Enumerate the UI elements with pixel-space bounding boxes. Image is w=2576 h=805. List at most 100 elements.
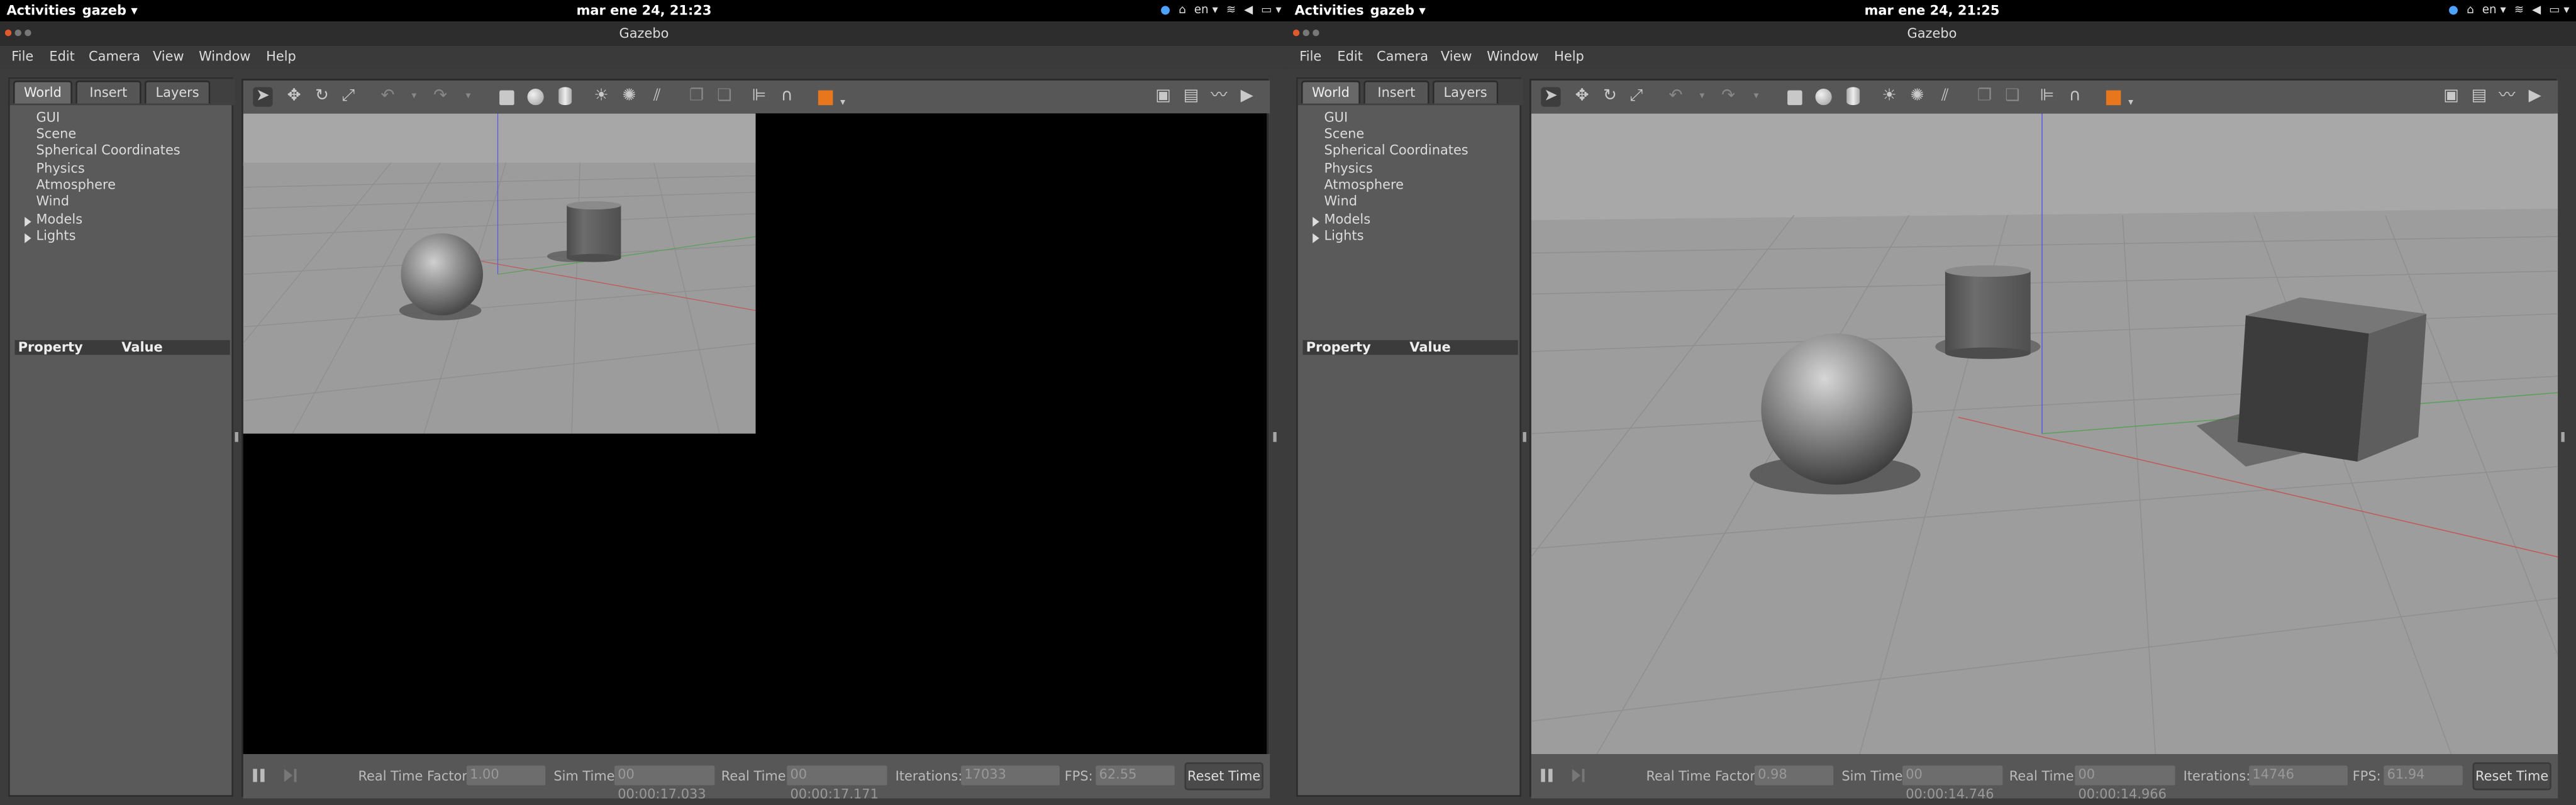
tree-item-models[interactable]: Models xyxy=(25,212,82,228)
system-tray[interactable]: ● ⌂ en ▾ ≋ ◀ ▭ ▾ xyxy=(1160,0,1281,21)
menu-view[interactable]: View xyxy=(1441,46,1472,69)
close-window-icon[interactable] xyxy=(4,30,12,36)
view-angle-dropdown-icon[interactable]: ▾ xyxy=(833,94,852,113)
menu-edit[interactable]: Edit xyxy=(1337,46,1362,69)
plot-icon[interactable]: 〰 xyxy=(1209,87,1229,106)
menu-window[interactable]: Window xyxy=(199,46,250,69)
box-icon[interactable] xyxy=(499,90,514,106)
tab-layers[interactable]: Layers xyxy=(1432,80,1499,104)
tree-item-gui[interactable]: GUI xyxy=(36,110,60,126)
scale-icon[interactable]: ⤢ xyxy=(1626,87,1646,106)
value-column-header[interactable]: Value xyxy=(121,340,162,355)
tab-layers[interactable]: Layers xyxy=(144,80,211,104)
tree-item-wind[interactable]: Wind xyxy=(36,194,69,210)
view-angle-icon[interactable] xyxy=(2106,90,2121,106)
menu-view[interactable]: View xyxy=(153,46,184,69)
clock[interactable]: mar ene 24, 21:23 xyxy=(0,0,1288,21)
snap-icon[interactable]: ∩ xyxy=(777,87,797,106)
tree-item-lights[interactable]: Lights xyxy=(25,228,76,245)
tree-item-scene[interactable]: Scene xyxy=(1324,126,1364,143)
video-icon[interactable]: ▶ xyxy=(1237,87,1257,106)
menu-edit[interactable]: Edit xyxy=(49,46,74,69)
tab-insert[interactable]: Insert xyxy=(1363,80,1430,104)
clock[interactable]: mar ene 24, 21:25 xyxy=(1288,0,2576,21)
tree-item-physics[interactable]: Physics xyxy=(1324,161,1372,177)
tree-item-spherical-coordinates[interactable]: Spherical Coordinates xyxy=(36,143,180,159)
scale-icon[interactable]: ⤢ xyxy=(338,87,358,106)
menu-file[interactable]: File xyxy=(1299,46,1321,69)
align-icon[interactable]: ⊫ xyxy=(749,87,769,106)
copy-icon[interactable]: ❐ xyxy=(1975,87,1994,106)
tab-world[interactable]: World xyxy=(1301,80,1360,104)
minimize-window-icon[interactable] xyxy=(1302,30,1309,36)
undo-history-icon[interactable]: ▾ xyxy=(404,87,424,106)
menu-help[interactable]: Help xyxy=(266,46,296,69)
panel-splitter-handle[interactable] xyxy=(235,432,238,442)
tree-item-spherical-coordinates[interactable]: Spherical Coordinates xyxy=(1324,143,1468,159)
spot-light-icon[interactable]: ✺ xyxy=(1907,87,1927,106)
step-icon[interactable] xyxy=(282,767,297,784)
expand-arrow-icon[interactable] xyxy=(25,233,31,243)
tab-world[interactable]: World xyxy=(13,80,72,104)
directional-light-icon[interactable]: ⫽ xyxy=(647,87,667,106)
screenshot-icon[interactable]: ▣ xyxy=(2441,87,2461,106)
expand-arrow-icon[interactable] xyxy=(1313,233,1319,243)
redo-history-icon[interactable]: ▾ xyxy=(458,87,478,106)
reset-time-button[interactable]: Reset Time xyxy=(2472,762,2551,791)
view-angle-dropdown-icon[interactable]: ▾ xyxy=(2121,94,2140,113)
tree-item-atmosphere[interactable]: Atmosphere xyxy=(36,177,116,194)
video-icon[interactable]: ▶ xyxy=(2525,87,2545,106)
snap-icon[interactable]: ∩ xyxy=(2065,87,2085,106)
tree-item-wind[interactable]: Wind xyxy=(1324,194,1357,210)
rotate-icon[interactable]: ↻ xyxy=(1600,87,1619,106)
menu-file[interactable]: File xyxy=(11,46,33,69)
language-indicator[interactable]: en ▾ xyxy=(2482,0,2506,21)
pause-icon[interactable] xyxy=(252,767,267,784)
window-controls[interactable] xyxy=(4,30,31,36)
cylinder-icon[interactable] xyxy=(1846,87,1860,106)
log-icon[interactable]: ▤ xyxy=(1181,87,1201,106)
property-column-header[interactable]: Property xyxy=(18,340,83,355)
cylinder-icon[interactable] xyxy=(558,87,572,106)
tree-item-models[interactable]: Models xyxy=(1313,212,1370,228)
redo-history-icon[interactable]: ▾ xyxy=(1746,87,1766,106)
view-angle-icon[interactable] xyxy=(818,90,833,106)
right-splitter-handle[interactable] xyxy=(2561,432,2565,442)
undo-icon[interactable]: ↶ xyxy=(1666,87,1685,106)
maximize-window-icon[interactable] xyxy=(1313,30,1319,36)
right-splitter-handle[interactable] xyxy=(1273,432,1277,442)
screenshot-icon[interactable]: ▣ xyxy=(1153,87,1173,106)
spot-light-icon[interactable]: ✺ xyxy=(619,87,639,106)
sphere-icon[interactable] xyxy=(1815,89,1832,106)
rotate-icon[interactable]: ↻ xyxy=(312,87,331,106)
window-controls[interactable] xyxy=(1292,30,1319,36)
system-tray[interactable]: ● ⌂ en ▾ ≋ ◀ ▭ ▾ xyxy=(2448,0,2569,21)
value-column-header[interactable]: Value xyxy=(1409,340,1450,355)
copy-icon[interactable]: ❐ xyxy=(687,87,706,106)
select-arrow-icon[interactable]: ➤ xyxy=(253,87,273,107)
expand-arrow-icon[interactable] xyxy=(25,216,31,227)
point-light-icon[interactable]: ☀ xyxy=(591,87,611,106)
menu-window[interactable]: Window xyxy=(1487,46,1538,69)
window-titlebar[interactable]: Gazebo xyxy=(0,21,1288,47)
reset-time-button[interactable]: Reset Time xyxy=(1184,762,1263,791)
window-titlebar[interactable]: Gazebo xyxy=(1287,21,2576,47)
plot-icon[interactable]: 〰 xyxy=(2497,87,2517,106)
paste-icon[interactable]: ❏ xyxy=(714,87,734,106)
redo-icon[interactable]: ↷ xyxy=(430,87,450,106)
directional-light-icon[interactable]: ⫽ xyxy=(1935,87,1955,106)
minimize-window-icon[interactable] xyxy=(14,30,21,36)
tree-item-atmosphere[interactable]: Atmosphere xyxy=(1324,177,1404,194)
close-window-icon[interactable] xyxy=(1292,30,1300,36)
property-column-header[interactable]: Property xyxy=(1306,340,1371,355)
pause-icon[interactable] xyxy=(1540,767,1555,784)
3d-viewport[interactable] xyxy=(1531,113,2558,755)
menu-camera[interactable]: Camera xyxy=(89,46,140,69)
paste-icon[interactable]: ❏ xyxy=(2002,87,2022,106)
tree-item-gui[interactable]: GUI xyxy=(1324,110,1348,126)
3d-viewport[interactable] xyxy=(243,113,756,434)
language-indicator[interactable]: en ▾ xyxy=(1194,0,1218,21)
step-icon[interactable] xyxy=(1570,767,1585,784)
undo-history-icon[interactable]: ▾ xyxy=(1692,87,1712,106)
undo-icon[interactable]: ↶ xyxy=(378,87,397,106)
